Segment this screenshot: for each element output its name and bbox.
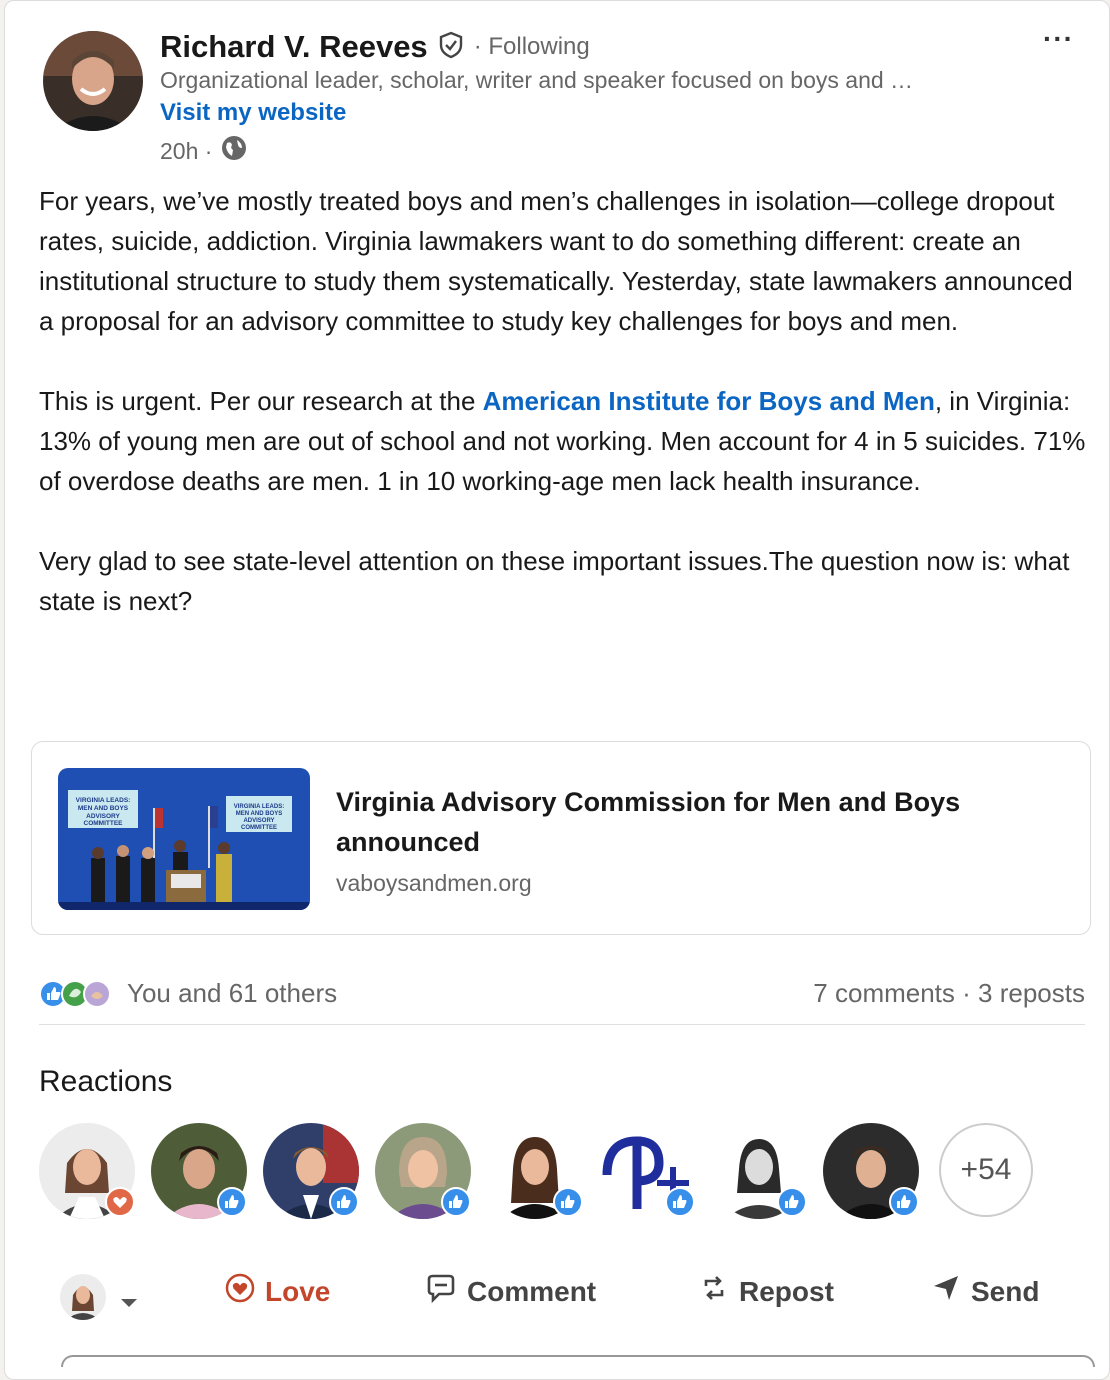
post-paragraph: This is urgent. Per our research at the … bbox=[39, 381, 1094, 501]
comment-button[interactable]: Comment bbox=[425, 1273, 596, 1310]
reaction-summary-icons[interactable] bbox=[39, 978, 119, 1010]
post-paragraph: For years, we’ve mostly treated boys and… bbox=[39, 186, 1073, 336]
mention-link[interactable]: American Institute for Boys and Men bbox=[483, 386, 935, 416]
svg-text:COMMITTEE: COMMITTEE bbox=[84, 820, 124, 827]
like-badge-icon bbox=[441, 1187, 471, 1217]
post-meta: 20h · bbox=[160, 134, 248, 168]
like-badge-icon bbox=[777, 1187, 807, 1217]
love-badge-icon bbox=[105, 1187, 135, 1217]
svg-text:ADVISORY: ADVISORY bbox=[86, 813, 120, 820]
comment-box-edge bbox=[61, 1355, 1095, 1367]
separator-dot: · bbox=[962, 978, 971, 1008]
comment-label: Comment bbox=[467, 1275, 597, 1307]
divider bbox=[39, 1024, 1085, 1025]
comments-reposts: 7 comments · 3 reposts bbox=[813, 978, 1085, 1009]
repost-button[interactable]: Repost bbox=[699, 1273, 834, 1310]
like-badge-icon bbox=[889, 1187, 919, 1217]
more-options-icon[interactable]: ··· bbox=[1043, 23, 1074, 55]
banner-text-left: VIRGINIA LEADS: bbox=[76, 797, 131, 804]
svg-text:MEN AND BOYS: MEN AND BOYS bbox=[78, 805, 129, 812]
author-name-row: Richard V. Reeves · Following bbox=[160, 29, 590, 65]
post-body: For years, we’ve mostly treated boys and… bbox=[39, 181, 1094, 661]
author-avatar[interactable] bbox=[43, 31, 143, 131]
following-status: · Following bbox=[473, 33, 590, 60]
post-card: Richard V. Reeves · Following Organizati… bbox=[4, 0, 1110, 1380]
reactions-count[interactable]: You and 61 others bbox=[127, 978, 337, 1009]
comments-count[interactable]: 7 comments bbox=[813, 978, 955, 1008]
send-button[interactable]: Send bbox=[931, 1273, 1039, 1310]
post-paragraph: Very glad to see state-level attention o… bbox=[39, 546, 1070, 616]
author-headline: Organizational leader, scholar, writer a… bbox=[160, 67, 914, 93]
article-domain: vaboysandmen.org bbox=[336, 870, 532, 896]
like-badge-icon bbox=[665, 1187, 695, 1217]
action-bar: Love Comment Repost Send bbox=[5, 1263, 1110, 1323]
reposts-count[interactable]: 3 reposts bbox=[978, 978, 1085, 1008]
post-text: This is urgent. Per our research at the bbox=[39, 386, 483, 416]
post-time: 20h · bbox=[160, 137, 213, 164]
repost-icon bbox=[699, 1273, 729, 1310]
svg-text:MEN AND BOYS: MEN AND BOYS bbox=[236, 811, 282, 817]
send-icon bbox=[931, 1273, 961, 1310]
banner-text-right: VIRGINIA LEADS: bbox=[234, 804, 284, 810]
like-badge-icon bbox=[553, 1187, 583, 1217]
website-link[interactable]: Visit my website bbox=[160, 99, 346, 127]
reaction-picker[interactable] bbox=[59, 1273, 141, 1328]
svg-text:COMMITTEE: COMMITTEE bbox=[241, 825, 277, 831]
like-badge-icon bbox=[329, 1187, 359, 1217]
current-user-avatar bbox=[59, 1273, 107, 1328]
social-counts: You and 61 others 7 comments · 3 reposts bbox=[39, 976, 1089, 1016]
svg-text:ADVISORY: ADVISORY bbox=[243, 818, 274, 824]
send-label: Send bbox=[971, 1275, 1040, 1307]
love-label: Love bbox=[265, 1275, 331, 1307]
heart-icon bbox=[225, 1273, 255, 1310]
chevron-down-icon[interactable] bbox=[117, 1285, 141, 1317]
globe-icon bbox=[220, 134, 248, 168]
like-badge-icon bbox=[217, 1187, 247, 1217]
article-thumbnail[interactable]: VIRGINIA LEADS: MEN AND BOYS ADVISORY CO… bbox=[58, 768, 310, 910]
article-preview[interactable]: VIRGINIA LEADS: MEN AND BOYS ADVISORY CO… bbox=[31, 741, 1091, 935]
article-title[interactable]: Virginia Advisory Commission for Men and… bbox=[336, 782, 1036, 862]
verified-icon bbox=[438, 31, 464, 64]
more-reactors-button[interactable]: +54 bbox=[939, 1123, 1033, 1217]
comment-icon bbox=[425, 1273, 457, 1310]
repost-label: Repost bbox=[739, 1275, 834, 1307]
author-name[interactable]: Richard V. Reeves bbox=[160, 29, 428, 65]
reactions-heading: Reactions bbox=[39, 1065, 173, 1098]
love-button[interactable]: Love bbox=[225, 1273, 330, 1310]
